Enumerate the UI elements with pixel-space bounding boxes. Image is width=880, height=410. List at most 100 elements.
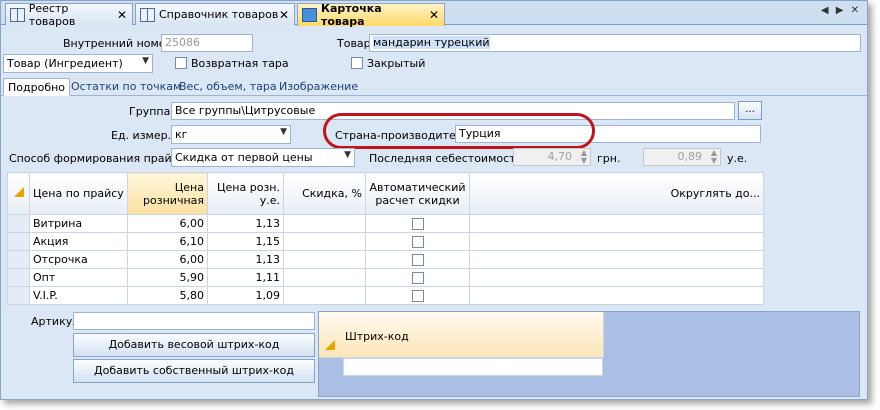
auto-discount-checkbox[interactable] (411, 236, 424, 248)
tab-stock-by-points[interactable]: Остатки по точкам (67, 78, 185, 96)
table-row[interactable]: Опт 5,90 1,11 (7, 268, 764, 287)
tab-product-card[interactable]: Карточка товара ✕ (297, 2, 445, 28)
last-cost-value: 4,70 (547, 150, 573, 163)
add-weight-barcode-button[interactable]: Добавить весовой штрих-код (73, 333, 315, 357)
auto-discount-checkbox[interactable] (411, 290, 424, 302)
table-row[interactable]: Акция 6,10 1,15 (7, 232, 764, 251)
col-auto-discount[interactable]: Автоматический расчет скидки (365, 172, 470, 215)
tab-image[interactable]: Изображение (275, 78, 362, 96)
cell-round-to[interactable] (469, 250, 764, 269)
col-round-to[interactable]: Округлять до... (469, 172, 764, 215)
cell-retail-ue[interactable]: 1,13 (207, 250, 284, 269)
tab-navigation[interactable]: ◀ ▶ ✕ (821, 5, 861, 16)
closed-checkbox[interactable] (351, 57, 363, 69)
auto-discount-checkbox[interactable] (411, 218, 424, 230)
cell-auto-discount[interactable] (365, 250, 470, 269)
card-icon (302, 8, 317, 22)
table-row[interactable]: Витрина 6,00 1,13 (7, 214, 764, 233)
product-label: Товар (337, 37, 371, 50)
last-cost-label: Последняя себестоимость (369, 152, 523, 165)
barcode-column-label: Штрих-код (345, 330, 409, 343)
article-field[interactable] (73, 312, 315, 330)
close-icon[interactable]: ✕ (429, 8, 439, 22)
chevron-down-icon: ▼ (142, 56, 149, 66)
price-method-value: Скидка от первой цены (175, 151, 313, 164)
cell-retail-ue[interactable]: 1,09 (207, 286, 284, 305)
col-retail-price-ue[interactable]: Цена розн. у.е. (207, 172, 284, 215)
close-icon[interactable]: ✕ (117, 8, 127, 22)
price-grid: Цена по прайсу Цена розничная Цена розн.… (7, 172, 764, 305)
cell-retail[interactable]: 6,10 (127, 232, 208, 251)
close-icon[interactable]: ✕ (279, 8, 289, 22)
tab-products-registry[interactable]: Реестр товаров ✕ (5, 1, 133, 28)
cell-price-list[interactable]: Акция (29, 232, 128, 251)
tab-details[interactable]: Подробно (3, 78, 71, 96)
barcode-new-row[interactable] (343, 358, 603, 376)
cell-round-to[interactable] (469, 232, 764, 251)
row-indicator[interactable] (7, 214, 30, 233)
barcode-panel: Штрих-код (318, 311, 860, 397)
highlight-oval (323, 113, 595, 149)
table-row[interactable]: Отсрочка 6,00 1,13 (7, 250, 764, 269)
cell-round-to[interactable] (469, 214, 764, 233)
cell-discount[interactable] (283, 250, 366, 269)
tab-products-catalog[interactable]: Справочник товаров ✕ (135, 3, 295, 25)
cost-ue-value: 0,89 (677, 150, 703, 163)
cell-auto-discount[interactable] (365, 214, 470, 233)
col-retail-price[interactable]: Цена розничная (127, 172, 208, 215)
group-browse-button[interactable]: ... (738, 101, 762, 120)
cell-retail[interactable]: 6,00 (127, 250, 208, 269)
add-own-barcode-button[interactable]: Добавить собственный штрих-код (73, 359, 315, 383)
cell-round-to[interactable] (469, 268, 764, 287)
auto-discount-checkbox[interactable] (411, 254, 424, 266)
cell-retail-ue[interactable]: 1,15 (207, 232, 284, 251)
cell-retail[interactable]: 6,00 (127, 214, 208, 233)
unit-select[interactable]: кг ▼ (171, 125, 291, 144)
spinner-icon: ▲ ▼ (710, 148, 717, 165)
cell-discount[interactable] (283, 214, 366, 233)
returnable-checkbox[interactable] (175, 57, 187, 69)
col-discount[interactable]: Скидка, % (283, 172, 366, 215)
internal-number-label: Внутренний номер (63, 37, 173, 50)
last-cost-field[interactable]: 4,70 ▲ ▼ (513, 148, 591, 166)
row-indicator[interactable] (7, 268, 30, 287)
grid-corner[interactable] (7, 172, 30, 215)
product-name-field[interactable]: мандарин турецкий (369, 34, 861, 52)
cell-retail-ue[interactable]: 1,13 (207, 214, 284, 233)
tab-label: Справочник товаров (159, 8, 279, 21)
cell-price-list[interactable]: Опт (29, 268, 128, 287)
cell-discount[interactable] (283, 232, 366, 251)
product-name-value: мандарин турецкий (373, 36, 490, 49)
col-price-list[interactable]: Цена по прайсу (29, 172, 128, 215)
row-indicator[interactable] (7, 232, 30, 251)
cell-retail[interactable]: 5,80 (127, 286, 208, 305)
cell-auto-discount[interactable] (365, 268, 470, 287)
cost-ue-field[interactable]: 0,89 ▲ ▼ (643, 148, 721, 166)
tab-label: Реестр товаров (28, 1, 76, 28)
chevron-down-icon: ▼ (344, 150, 351, 160)
internal-number-field[interactable]: 25086 (161, 34, 253, 52)
row-indicator[interactable] (7, 250, 30, 269)
tab-weight-volume[interactable]: Вес, объем, тара (175, 78, 281, 96)
corner-triangle-icon (325, 340, 335, 350)
corner-triangle-icon (13, 187, 24, 197)
cell-retail-ue[interactable]: 1,11 (207, 268, 284, 287)
cell-price-list[interactable]: Отсрочка (29, 250, 128, 269)
cell-discount[interactable] (283, 268, 366, 287)
cell-discount[interactable] (283, 286, 366, 305)
cell-auto-discount[interactable] (365, 286, 470, 305)
table-row[interactable]: V.I.P. 5,80 1,09 (7, 286, 764, 305)
price-method-select[interactable]: Скидка от первой цены ▼ (171, 148, 355, 167)
product-type-select[interactable]: Товар (Ингредиент) ▼ (3, 54, 153, 73)
auto-discount-checkbox[interactable] (411, 272, 424, 284)
cell-price-list[interactable]: Витрина (29, 214, 128, 233)
cell-retail[interactable]: 5,90 (127, 268, 208, 287)
barcode-header[interactable]: Штрих-код (319, 312, 604, 358)
cell-auto-discount[interactable] (365, 232, 470, 251)
row-indicator[interactable] (7, 286, 30, 305)
cell-round-to[interactable] (469, 286, 764, 305)
spinner-icon: ▲ ▼ (580, 148, 587, 165)
detail-tabs: Подробно Остатки по точкам Вес, объем, т… (1, 78, 867, 96)
cell-price-list[interactable]: V.I.P. (29, 286, 128, 305)
article-label: Артикул (31, 315, 80, 328)
